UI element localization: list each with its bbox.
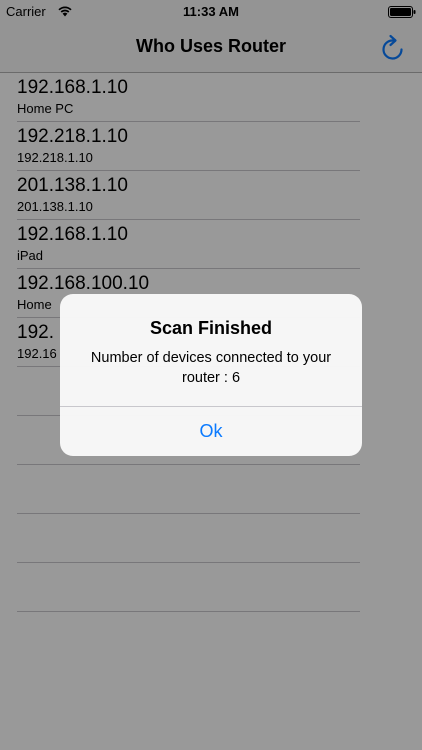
alert-title: Scan Finished	[149, 318, 273, 338]
scan-finished-alert: Scan Finished Number of devices connecte…	[60, 294, 362, 456]
alert-message: Number of devices connected to your rout…	[90, 350, 332, 386]
ok-button[interactable]: Ok	[60, 407, 362, 456]
